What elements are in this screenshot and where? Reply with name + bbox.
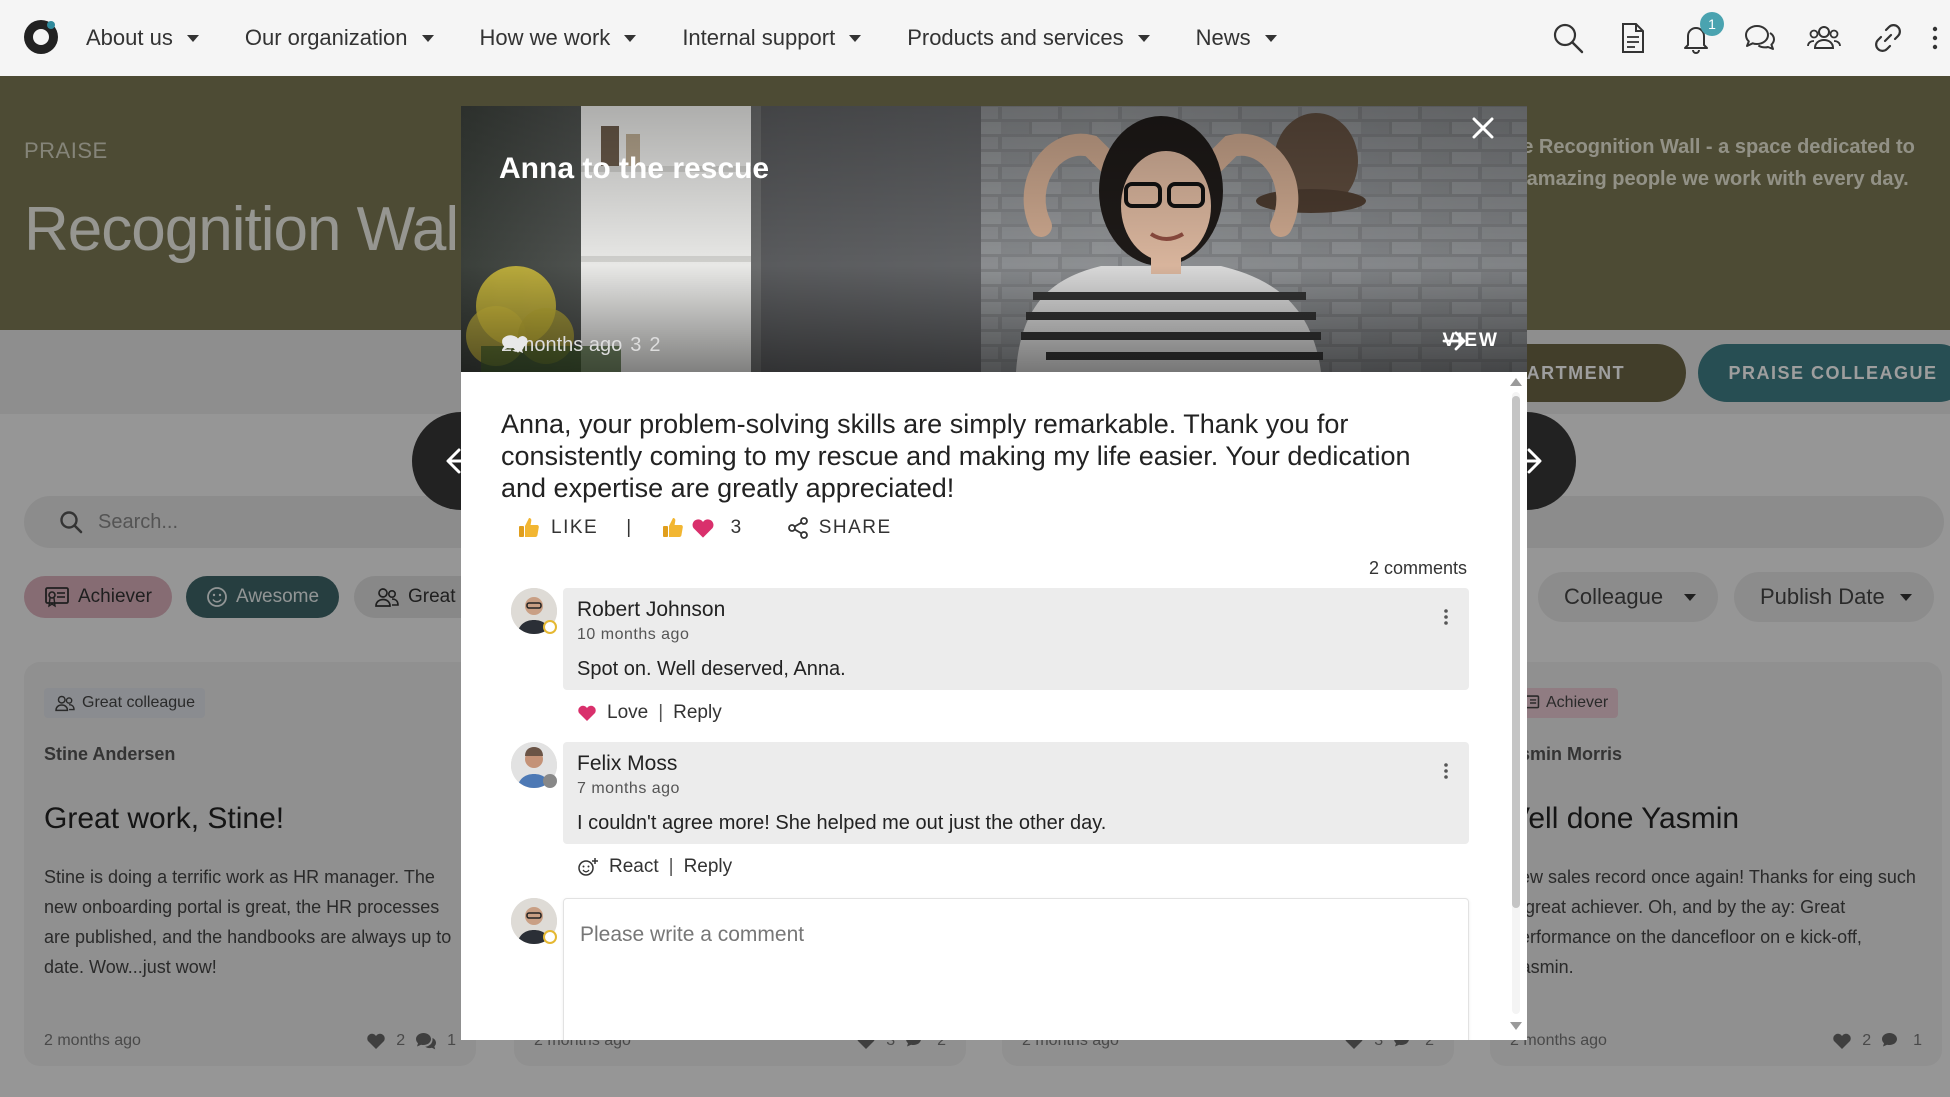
react-button[interactable]: Love	[607, 702, 648, 724]
chevron-down-icon	[624, 34, 637, 42]
nav-item-label: News	[1195, 25, 1251, 50]
scroll-down-arrow[interactable]	[1510, 1022, 1522, 1030]
comment-count: 2	[649, 334, 661, 356]
hero-photo	[461, 106, 1527, 372]
more-vertical-icon[interactable]	[1920, 0, 1950, 76]
nav-item-label: How we work	[479, 25, 611, 50]
modal-header-image: Anna to the rescue 2 months ago 3 2 VIEW	[461, 106, 1527, 372]
reply-button[interactable]: Reply	[673, 702, 722, 724]
share-label: SHARE	[818, 517, 892, 538]
notification-badge: 1	[1700, 12, 1724, 36]
praise-detail-modal: Anna to the rescue 2 months ago 3 2 VIEW…	[461, 106, 1527, 1040]
share-icon	[787, 517, 808, 539]
comment-actions: Love | Reply	[577, 702, 722, 724]
comments-icon	[502, 335, 524, 354]
scrollbar[interactable]	[1509, 378, 1522, 1030]
chevron-down-icon	[186, 34, 199, 42]
nav-item-label: Products and services	[907, 25, 1124, 50]
comment-text: I couldn't agree more! She helped me out…	[577, 812, 1107, 834]
logo[interactable]	[24, 20, 58, 54]
nav-item-about-us[interactable]: About us	[86, 25, 199, 51]
comment-author[interactable]: Felix Moss	[577, 752, 1455, 776]
nav-item-news[interactable]: News	[1196, 25, 1277, 51]
nav-item-how-we-work[interactable]: How we work	[480, 25, 637, 51]
like-count: 3	[630, 334, 642, 356]
comment-body: Felix Moss 7 months ago I couldn't agree…	[563, 742, 1469, 844]
comments-count: 2 comments	[1368, 558, 1467, 578]
comment-time: 7 months ago	[577, 780, 680, 797]
nav-item-label: Our organization	[244, 25, 408, 50]
add-reaction-icon	[578, 858, 598, 876]
comment-input[interactable]: Please write a comment	[563, 898, 1469, 1040]
heart-icon	[692, 519, 714, 538]
chevron-down-icon	[421, 34, 434, 42]
thumbs-up-icon	[519, 518, 539, 537]
comment-time: 10 months ago	[577, 626, 690, 643]
utility-icons: 1	[1536, 0, 1950, 76]
more-vertical-icon[interactable]	[1443, 762, 1449, 785]
nav-item-label: About us	[86, 25, 173, 50]
reaction-bar: LIKE | 3 SHARE	[517, 516, 892, 540]
chevron-down-icon	[849, 34, 862, 42]
presence-indicator	[543, 930, 557, 944]
chevron-down-icon	[1264, 34, 1277, 42]
scrollbar-thumb[interactable]	[1512, 396, 1520, 908]
modal-title: Anna to the rescue	[499, 152, 770, 185]
share-button[interactable]: SHARE	[787, 517, 892, 539]
link-icon[interactable]	[1856, 0, 1920, 76]
search-icon[interactable]	[1536, 0, 1600, 76]
separator: |	[668, 856, 674, 877]
more-vertical-icon[interactable]	[1443, 608, 1449, 631]
chat-icon[interactable]	[1728, 0, 1792, 76]
reaction-summary[interactable]: 3	[661, 516, 743, 540]
scroll-up-arrow[interactable]	[1510, 378, 1522, 386]
top-navigation: About us Our organization How we work In…	[0, 0, 1950, 76]
separator: |	[626, 517, 633, 538]
view-button[interactable]: VIEW	[1442, 330, 1499, 352]
nav-item-internal-support[interactable]: Internal support	[682, 25, 862, 51]
close-icon	[1472, 117, 1494, 139]
nav-item-label: Internal support	[682, 25, 836, 50]
close-button[interactable]	[1471, 116, 1511, 156]
comment-actions: React | Reply	[577, 856, 732, 878]
like-label: LIKE	[551, 517, 599, 538]
separator: |	[658, 702, 664, 723]
nav-item-products-and-services[interactable]: Products and services	[907, 25, 1150, 51]
presence-indicator	[543, 774, 557, 788]
modal-meta: 2 months ago 3 2	[501, 334, 660, 357]
comment-body: Robert Johnson 10 months ago Spot on. We…	[563, 588, 1469, 690]
main-menu: About us Our organization How we work In…	[86, 0, 1277, 76]
heart-icon	[578, 705, 596, 721]
thumbs-up-icon	[662, 518, 683, 537]
praise-message: Anna, your problem-solving skills are si…	[501, 409, 1411, 503]
bell-icon[interactable]: 1	[1664, 0, 1728, 76]
reactions-count: 3	[730, 517, 743, 538]
comment-input-placeholder: Please write a comment	[580, 923, 805, 946]
nav-item-our-organization[interactable]: Our organization	[245, 25, 434, 51]
presence-indicator	[543, 620, 557, 634]
modal-content: Anna, your problem-solving skills are si…	[461, 372, 1527, 1040]
document-icon[interactable]	[1600, 0, 1664, 76]
react-button[interactable]: React	[609, 856, 659, 878]
comment-author[interactable]: Robert Johnson	[577, 598, 1455, 622]
reply-button[interactable]: Reply	[684, 856, 733, 878]
like-button[interactable]: LIKE	[517, 516, 598, 540]
arrow-right-icon	[1443, 331, 1466, 351]
comment-text: Spot on. Well deserved, Anna.	[577, 658, 846, 680]
people-icon[interactable]	[1792, 0, 1856, 76]
chevron-down-icon	[1137, 34, 1150, 42]
